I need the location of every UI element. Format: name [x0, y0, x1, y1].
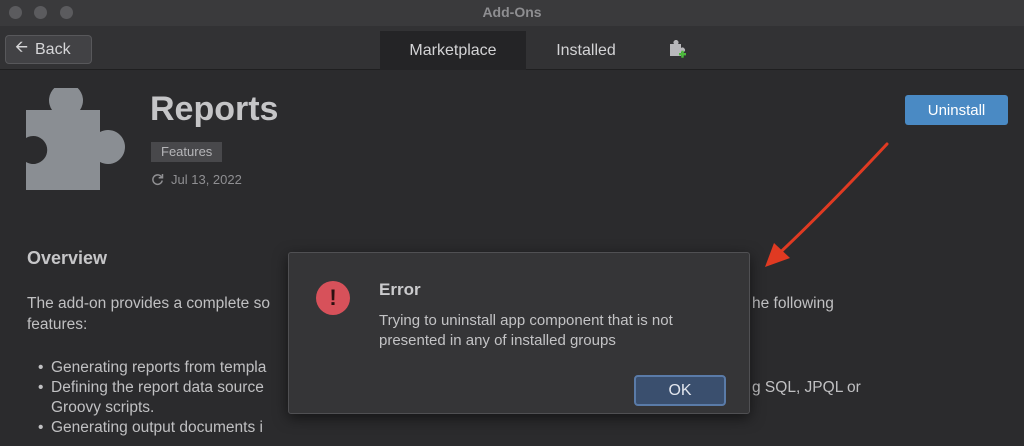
back-button-label: Back [35, 40, 71, 58]
dialog-title: Error [379, 280, 421, 299]
error-dialog: ! Error Trying to uninstall app componen… [288, 252, 750, 414]
window-title: Add-Ons [482, 4, 542, 20]
description-text-left: The add-on provides a complete so [27, 295, 270, 312]
tab-marketplace[interactable]: Marketplace [380, 31, 526, 70]
description-text-right: he following [752, 295, 834, 312]
tab-installed-label: Installed [556, 41, 616, 59]
ok-button[interactable]: OK [634, 375, 726, 406]
addon-title: Reports [150, 90, 279, 128]
back-button[interactable]: 🡨 Back [5, 35, 92, 64]
bullet-dot: • [38, 419, 44, 436]
tab-marketplace-label: Marketplace [409, 41, 497, 59]
updated-date: Jul 13, 2022 [151, 172, 242, 187]
tab-add-plugin[interactable] [658, 31, 694, 70]
bullet-dot: • [38, 379, 44, 396]
updated-date-text: Jul 13, 2022 [171, 172, 242, 187]
description-text-line2: features: [27, 316, 88, 333]
bullet-dot: • [38, 359, 44, 376]
error-icon: ! [316, 281, 350, 315]
list-item: Generating reports from templa [51, 359, 267, 376]
puzzle-piece-icon [26, 88, 125, 190]
category-badge: Features [151, 142, 223, 162]
annotation-arrow-icon [765, 142, 889, 267]
list-item-right: g SQL, JPQL or [752, 379, 861, 396]
tab-installed[interactable]: Installed [536, 31, 636, 70]
list-item: Defining the report data source [51, 379, 264, 396]
list-item: Groovy scripts. [51, 399, 155, 416]
list-item: Generating output documents i [51, 419, 263, 436]
add-plugin-icon [670, 39, 686, 58]
refresh-icon [152, 174, 164, 186]
toolbar: 🡨 Back Marketplace Installed [0, 26, 1024, 70]
title-bar: Add-Ons [0, 0, 1024, 26]
uninstall-button[interactable]: Uninstall [905, 95, 1008, 125]
dialog-message: Trying to uninstall app component that i… [379, 312, 673, 349]
arrow-left-icon: 🡨 [15, 39, 28, 56]
overview-heading: Overview [27, 248, 108, 268]
